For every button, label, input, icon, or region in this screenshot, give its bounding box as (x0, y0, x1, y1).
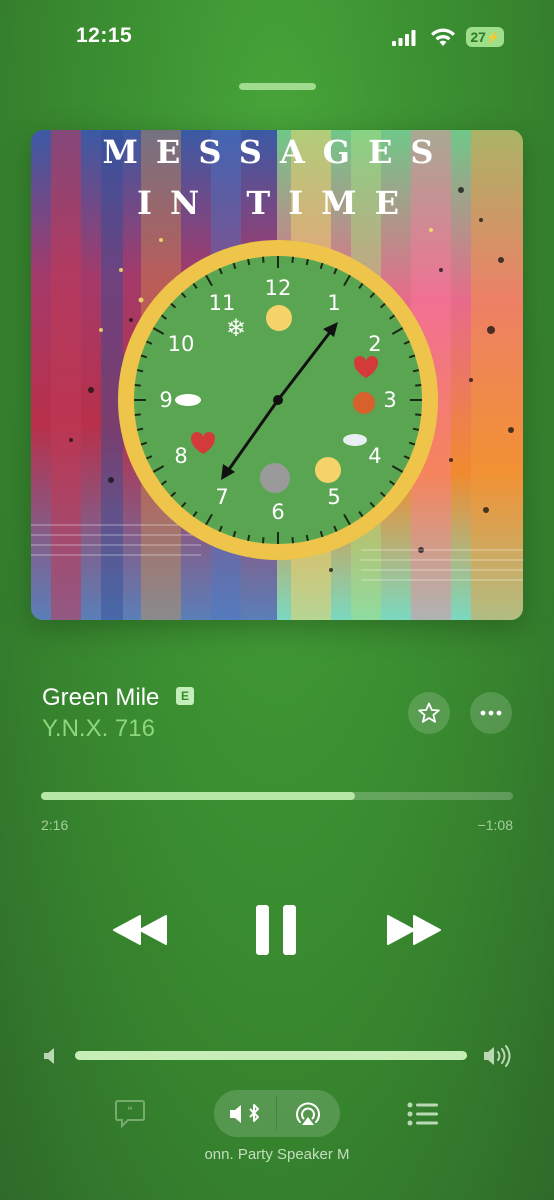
signal-bars-icon (392, 30, 416, 46)
sheet-grabber[interactable] (239, 83, 316, 90)
artist-name[interactable]: Y.N.X. 716 (42, 715, 155, 743)
clock-number: 12 (265, 276, 292, 300)
clock-tick (412, 369, 420, 373)
battery-charging-icon: 27 ⚡ (466, 27, 504, 47)
rewind-icon[interactable] (112, 912, 168, 948)
album-title-line1: MESSAGES (103, 133, 452, 171)
clock-number: 3 (383, 388, 396, 412)
wifi-icon (431, 28, 455, 46)
remaining-time: −1:08 (477, 817, 513, 833)
clock-tick (305, 258, 309, 266)
clock-number: 1 (327, 291, 340, 315)
clock-tick (291, 256, 295, 263)
lyrics-quote-icon[interactable]: “ (114, 1098, 146, 1128)
clock-number: 6 (271, 500, 284, 524)
clock-number: 10 (168, 332, 195, 356)
bluetooth-speaker-icon[interactable] (228, 1100, 264, 1128)
svg-text:“: “ (127, 1105, 133, 1117)
clock-illustration: 121234567891011 ❄ (118, 240, 438, 560)
speaker-high-icon (484, 1045, 511, 1067)
output-device-label: onn. Party Speaker M (204, 1146, 350, 1163)
ellipsis-icon (480, 710, 502, 716)
star-icon (418, 702, 440, 723)
track-title[interactable]: Green Mile (42, 684, 159, 712)
clock-number: 8 (174, 444, 187, 468)
clock-number: 2 (368, 332, 381, 356)
clock-tick (415, 413, 422, 417)
svg-text:❄: ❄ (226, 315, 246, 342)
speaker-low-icon (44, 1048, 54, 1064)
more-options-button[interactable] (470, 692, 512, 734)
volume-slider[interactable] (75, 1051, 467, 1060)
elapsed-time: 2:16 (41, 817, 69, 833)
album-title-line2: IN TIME (137, 184, 417, 222)
clock-tick (261, 256, 265, 263)
clock-number: 7 (215, 485, 228, 509)
route-divider (276, 1096, 277, 1131)
clock-tick (261, 537, 265, 544)
clock-tick (412, 427, 420, 431)
audio-output-pill[interactable] (214, 1090, 340, 1137)
clock-number: 9 (159, 388, 172, 412)
airplay-icon[interactable] (290, 1100, 326, 1128)
clock-tick (291, 537, 295, 544)
clock-tick (247, 534, 251, 542)
clock-tick (134, 413, 141, 417)
status-time: 12:15 (76, 24, 133, 47)
fast-forward-icon[interactable] (386, 912, 442, 948)
clock-tick (136, 427, 144, 431)
queue-list-icon[interactable] (406, 1099, 440, 1129)
favorite-button[interactable] (408, 692, 450, 734)
clock-tick (136, 369, 144, 373)
volume-level-fill (75, 1051, 467, 1060)
clock-tick (415, 383, 422, 387)
pause-icon[interactable] (254, 903, 298, 957)
clock-tick (134, 383, 141, 387)
playback-scrubber[interactable] (41, 792, 513, 800)
clock-number: 4 (368, 444, 381, 468)
clock-number: 11 (209, 291, 236, 315)
album-artwork: MESSAGES IN TIME 12 1 2 3 4 5 6 7 8 9 10 11 ❄ (31, 130, 523, 620)
battery-level: 27 (470, 29, 486, 45)
clock-tick (247, 258, 251, 266)
explicit-badge: E (176, 687, 194, 705)
clock-number: 5 (327, 485, 340, 509)
playback-progress-fill (41, 792, 356, 800)
clock-tick (305, 534, 309, 542)
